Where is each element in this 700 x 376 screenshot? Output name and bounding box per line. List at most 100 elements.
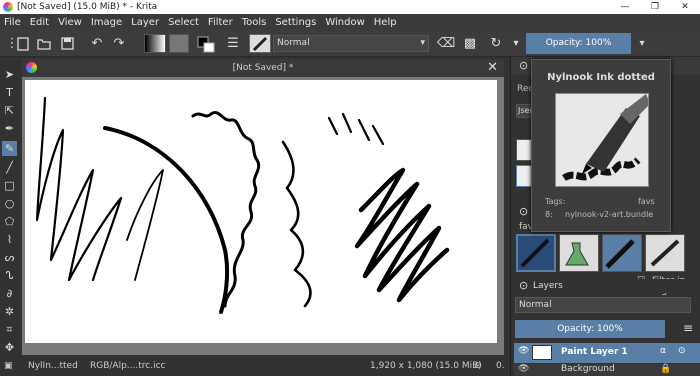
document-tab[interactable]: [Not Saved] * ✕ [22, 59, 504, 77]
eye-icon[interactable]: 👁 [518, 346, 529, 356]
close-document-button[interactable]: ✕ [487, 59, 498, 77]
move-tool-icon[interactable]: ✥ [2, 340, 17, 355]
selection-mode-icon[interactable]: ▣ [4, 361, 13, 371]
save-icon[interactable] [58, 34, 76, 53]
stroke-1 [35, 96, 123, 282]
layer-row-paint-layer-1[interactable]: 👁 Paint Layer 1 α ⊙ [514, 343, 700, 363]
status-brush-name: NylIn...tted [28, 361, 78, 371]
tooltip-tags-label: Tags: [545, 197, 566, 206]
preset-ink-dotted[interactable] [516, 234, 556, 272]
edit-shapes-icon[interactable]: ⇱ [2, 103, 17, 118]
dock-lock-icon-2[interactable]: ⊙ [519, 205, 528, 218]
select-shapes-icon[interactable]: ➤ [2, 67, 17, 82]
layer-blend-select[interactable]: Normal [515, 297, 691, 313]
status-color-profile: RGB/Alp....trc.icc [90, 361, 166, 371]
rectangle-tool-icon[interactable]: □ [2, 178, 17, 193]
preset-pen[interactable] [602, 234, 642, 272]
bezier-tool-icon[interactable]: ᔕ [2, 250, 17, 265]
freehand-brush-icon[interactable]: ✎ [2, 141, 17, 156]
document-title: [Not Saved] * [232, 63, 294, 73]
menu-settings[interactable]: Settings [275, 17, 316, 28]
krita-logo-icon [3, 2, 13, 12]
redo-icon[interactable]: ↷ [110, 34, 128, 53]
zoom-icon[interactable]: ⊖ [474, 361, 482, 371]
polyline-tool-icon[interactable]: ⌇ [2, 232, 17, 247]
menu-image[interactable]: Image [91, 17, 122, 28]
tooltip-bundle-name: nylnook-v2-art.bundle [565, 210, 654, 219]
dynamic-brush-icon[interactable]: ∂ [2, 286, 17, 301]
status-bar: ▣ NylIn...tted RGB/Alp....trc.icc 1,920 … [0, 357, 510, 376]
preset-flask[interactable] [559, 234, 599, 272]
open-folder-icon[interactable] [35, 34, 53, 53]
layer-lock-icon[interactable]: ⊙ [678, 346, 686, 356]
multibrush-icon[interactable]: ✲ [2, 304, 17, 319]
drawing-canvas[interactable] [25, 80, 497, 343]
layer-menu-icon[interactable]: ≡ [683, 321, 693, 335]
main-toolbar: ⋮ ↶ ↷ ☰ Normal ⌫ ▩ ↻ ▾ Opacity: 100% ▾ [0, 30, 700, 57]
stroke-5 [281, 140, 312, 308]
pattern-selector-icon[interactable] [169, 34, 189, 53]
layers-header: ⊙ Layers [511, 279, 700, 293]
undo-icon[interactable]: ↶ [88, 34, 106, 53]
tooltip-bundle-number: 8: [545, 210, 553, 219]
status-zoom: 0. [496, 361, 505, 371]
layer-row-background[interactable]: 👁 Background 🔒 [514, 364, 700, 376]
menu-edit[interactable]: Edit [30, 17, 49, 28]
gradient-selector-icon[interactable] [144, 34, 166, 53]
maximize-button[interactable]: ❐ [640, 0, 670, 14]
canvas-area [22, 77, 504, 355]
color-swap-icon[interactable] [195, 34, 217, 53]
tooltip-preview-image [555, 93, 649, 187]
layer-thumbnail [532, 345, 552, 360]
menu-tools[interactable]: Tools [242, 17, 267, 28]
crop-tool-icon[interactable]: ⌗ [2, 322, 17, 337]
stroke-6 [327, 112, 385, 146]
layer-name: Paint Layer 1 [561, 347, 628, 357]
layer-opacity-slider[interactable]: Opacity: 100% [515, 320, 665, 338]
brush-preset-icon[interactable] [249, 34, 271, 53]
stroke-2 [126, 169, 164, 281]
opacity-slider[interactable]: Opacity: 100% [526, 33, 631, 54]
freehand-path-icon[interactable]: ᔐ [2, 268, 17, 283]
alpha-lock-icon[interactable]: ▩ [461, 34, 479, 53]
new-document-icon[interactable] [14, 34, 32, 53]
polygon-tool-icon[interactable]: ⬠ [2, 214, 17, 229]
window-title: [Not Saved] (15.0 MiB) * - Krita [17, 2, 158, 12]
text-tool-icon[interactable]: T [2, 85, 17, 100]
chevron-down-icon[interactable]: ▾ [510, 34, 522, 53]
menu-window[interactable]: Window [325, 17, 364, 28]
dock-lock-icon[interactable]: ⊙ [519, 59, 528, 72]
status-dimensions: 1,920 x 1,080 (15.0 MiB) [370, 361, 482, 371]
menu-filter[interactable]: Filter [208, 17, 233, 28]
title-bar: [Not Saved] (15.0 MiB) * - Krita — ❐ ✕ [0, 0, 700, 14]
layers-title: Layers [533, 281, 563, 291]
eraser-icon[interactable]: ⌫ [437, 34, 455, 53]
reload-preset-icon[interactable]: ↻ [487, 34, 505, 53]
minimize-button[interactable]: — [610, 0, 640, 14]
toolbox: ➤ T ⇱ ✒ ✎ ╱ □ ○ ⬠ ⌇ ᔕ ᔐ ∂ ✲ ⌗ ✥ [0, 57, 19, 354]
layers-lock-icon[interactable]: ⊙ [519, 279, 528, 292]
menu-layer[interactable]: Layer [131, 17, 159, 28]
menu-select[interactable]: Select [168, 17, 199, 28]
preset-brush[interactable] [645, 234, 685, 272]
blend-mode-select[interactable]: Normal [273, 35, 429, 52]
menu-help[interactable]: Help [374, 17, 397, 28]
menu-bar: File Edit View Image Layer Select Filter… [0, 14, 700, 30]
layer-name-bg: Background [561, 364, 615, 374]
close-window-button[interactable]: ✕ [670, 0, 700, 14]
tooltip-title: Nylnook Ink dotted [547, 72, 655, 83]
brush-settings-icon[interactable]: ☰ [224, 34, 242, 53]
line-tool-icon[interactable]: ╱ [2, 160, 17, 175]
brush-preset-tooltip: Nylnook Ink dotted Tags: favs 8: nylnook… [531, 59, 671, 232]
layer-lock-icon-bg[interactable]: 🔒 [660, 364, 671, 374]
ellipse-tool-icon[interactable]: ○ [2, 196, 17, 211]
layer-alpha-icon[interactable]: α [660, 346, 666, 356]
stroke-3 [103, 126, 230, 314]
opacity-chevron-icon[interactable]: ▾ [636, 34, 648, 53]
menu-view[interactable]: View [58, 17, 82, 28]
menu-file[interactable]: File [4, 17, 21, 28]
calligraphy-icon[interactable]: ✒ [2, 121, 17, 136]
eye-icon-2[interactable]: 👁 [518, 364, 529, 374]
stroke-7 [354, 167, 450, 303]
tooltip-tags-value: favs [638, 197, 655, 206]
